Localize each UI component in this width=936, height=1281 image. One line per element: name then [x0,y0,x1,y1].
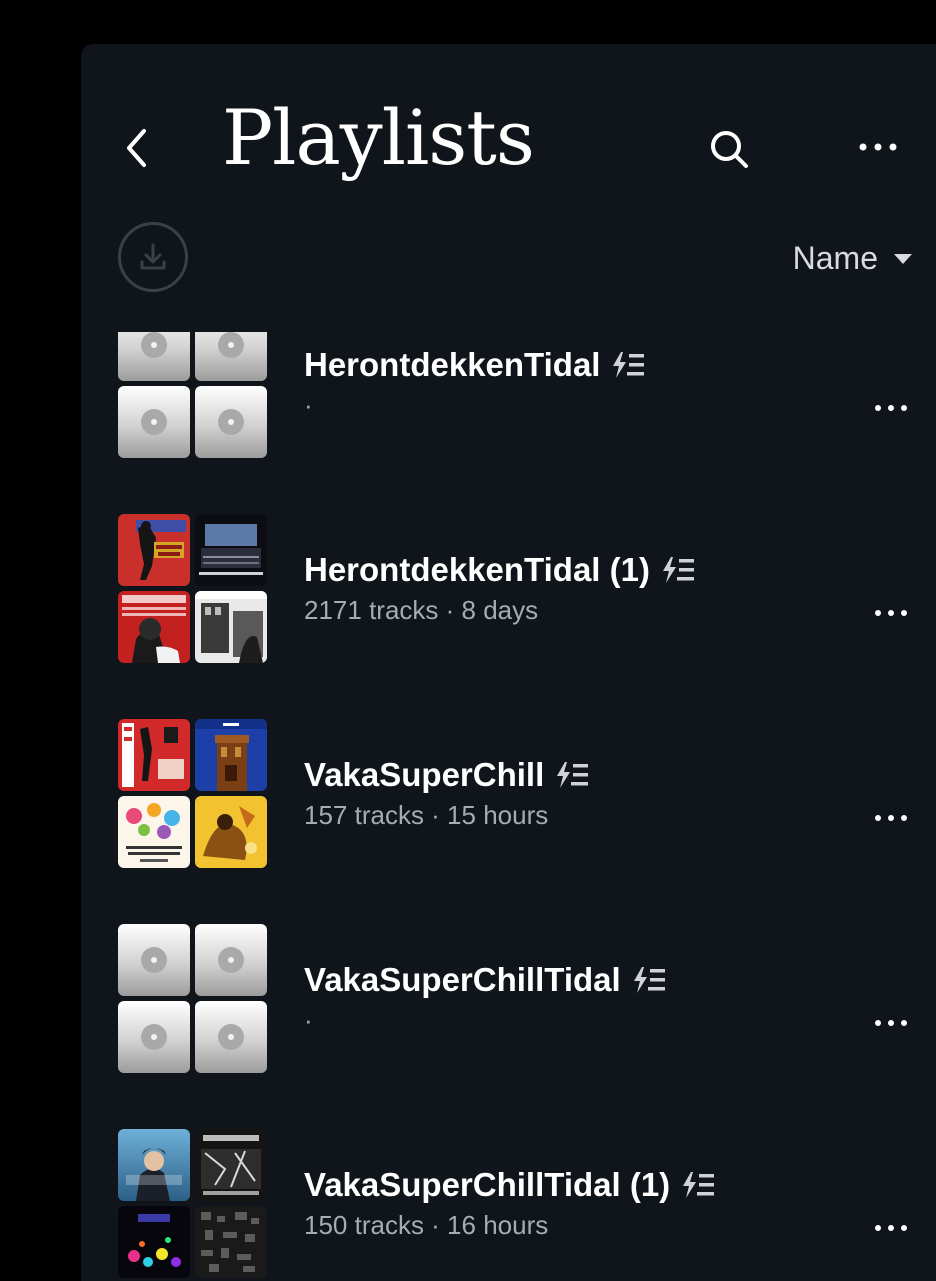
playlist-title: VakaSuperChill [304,756,590,794]
disc-icon [141,1024,167,1050]
playlist-name: VakaSuperChillTidal (1) [304,1166,671,1203]
playlist-row[interactable]: VakaSuperChillTidal (1) 150 tracks · 16 … [81,1100,936,1281]
more-horizontal-icon [875,1020,907,1026]
back-button[interactable] [117,128,157,168]
more-horizontal-icon [859,143,897,151]
playlist-artwork [118,1129,267,1278]
playlist-name: HerontdekkenTidal [304,346,601,383]
playlist-artwork [118,719,267,868]
playlist-title: HerontdekkenTidal [304,346,646,384]
smart-playlist-icon [633,967,665,993]
album-red-poster [118,719,190,791]
album-ahmad-jamal [118,591,190,663]
more-horizontal-icon [875,815,907,821]
sort-label: Name [792,240,878,276]
more-horizontal-icon [875,1225,907,1231]
smart-playlist-icon [683,1172,715,1198]
smart-playlist-icon [662,557,694,583]
playlist-subtitle: · [304,390,313,420]
album-orchestra [195,514,267,586]
playlists-panel: Playlists Name HerontdekkenTidal · Heron… [81,44,936,1281]
playlist-subtitle: 150 tracks · 16 hours [304,1210,549,1240]
search-icon [711,131,748,168]
placeholder-disc-icon [118,332,190,381]
disc-icon [218,332,244,358]
smart-playlist-icon [613,352,645,378]
playlist-row[interactable]: HerontdekkenTidal · [81,332,936,485]
row-more-button[interactable] [871,806,911,830]
search-button[interactable] [706,126,752,172]
disc-icon [141,409,167,435]
row-more-button[interactable] [871,1011,911,1035]
playlist-name: VakaSuperChillTidal [304,961,621,998]
page-title: Playlists [222,93,535,182]
album-dark-collage [195,1129,267,1201]
playlist-name: VakaSuperChill [304,756,545,793]
caret-down-icon [894,253,912,264]
playlist-row[interactable]: VakaSuperChillTidal · [81,895,936,1100]
more-horizontal-icon [875,610,907,616]
sort-dropdown[interactable]: Name [793,240,914,277]
placeholder-disc-icon [195,386,267,458]
playlist-title: HerontdekkenTidal (1) [304,551,696,589]
album-skinhead-train [118,514,190,586]
placeholder-disc-icon [195,924,267,996]
placeholder-disc-icon [195,1001,267,1073]
more-options-button[interactable] [856,132,900,162]
download-button[interactable] [118,222,188,292]
playlist-artwork [118,514,267,663]
playlist-subtitle: 157 tracks · 15 hours [304,800,549,830]
album-colorful-lights [118,1206,190,1278]
album-blue-tower [195,719,267,791]
album-sinatra [118,1129,190,1201]
playlist-subtitle: 2171 tracks · 8 days [304,595,539,625]
playlist-title: VakaSuperChillTidal [304,961,667,999]
row-more-button[interactable] [871,396,911,420]
playlist-subtitle: · [304,1005,313,1035]
disc-icon [141,947,167,973]
row-more-button[interactable] [871,601,911,625]
placeholder-disc-icon [118,386,190,458]
playlist-row[interactable]: VakaSuperChill 157 tracks · 15 hours [81,690,936,895]
playlist-title: VakaSuperChillTidal (1) [304,1166,716,1204]
chevron-left-icon [127,129,146,167]
playlist-row[interactable]: HerontdekkenTidal (1) 2171 tracks · 8 da… [81,485,936,690]
album-yellow-abstract [195,796,267,868]
more-horizontal-icon [875,405,907,411]
album-colorful-poster [118,796,190,868]
disc-icon [141,332,167,358]
album-street [195,591,267,663]
album-dark-grid [195,1206,267,1278]
playlist-list[interactable]: HerontdekkenTidal · HerontdekkenTidal (1… [81,332,936,1281]
download-icon [140,243,166,270]
row-more-button[interactable] [871,1216,911,1240]
placeholder-disc-icon [118,1001,190,1073]
disc-icon [218,409,244,435]
playlist-artwork [118,924,267,1073]
placeholder-disc-icon [195,332,267,381]
smart-playlist-icon [557,762,589,788]
playlist-name: HerontdekkenTidal (1) [304,551,650,588]
playlist-artwork [118,332,267,458]
disc-icon [218,1024,244,1050]
placeholder-disc-icon [118,924,190,996]
disc-icon [218,947,244,973]
